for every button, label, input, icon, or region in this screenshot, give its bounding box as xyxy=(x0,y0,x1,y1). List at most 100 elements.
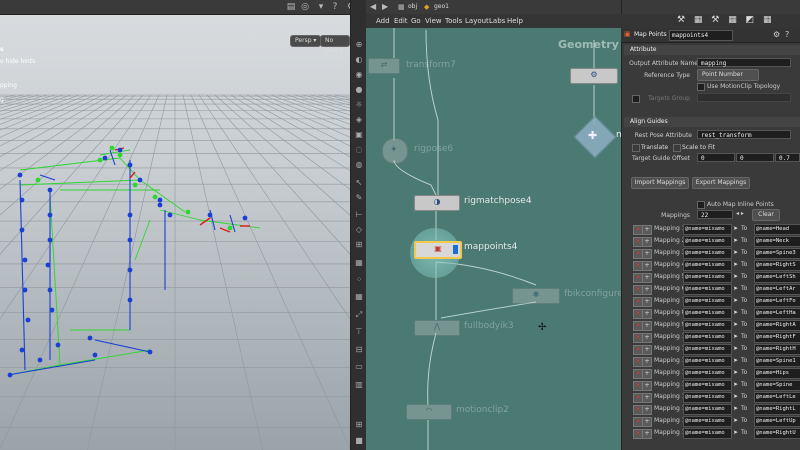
forward-icon[interactable]: ▶ xyxy=(382,2,388,11)
pick-arrow-icon[interactable]: ➤ xyxy=(733,369,738,376)
wire-icon[interactable]: ◈ xyxy=(354,115,364,125)
mapping-source-field[interactable]: @name=mixamo xyxy=(683,272,732,283)
brush-icon[interactable]: ✎ xyxy=(354,193,364,203)
rest-pose-field[interactable]: rest_transform xyxy=(697,130,791,139)
mapping-target-field[interactable]: @name=RightA xyxy=(754,320,800,331)
quad-view-icon[interactable]: ⊞ xyxy=(354,420,364,430)
node-fbikconfigure[interactable]: ✱ xyxy=(512,288,560,304)
insert-mapping-icon[interactable]: + xyxy=(642,405,652,415)
ref-type-select[interactable]: Point Number xyxy=(697,69,759,81)
insert-mapping-icon[interactable]: + xyxy=(642,381,652,391)
light-icon[interactable]: ◉ xyxy=(354,70,364,80)
node-rigmatchpose4[interactable]: ◑ xyxy=(414,195,460,211)
mapping-source-field[interactable]: @name=mixamo xyxy=(683,284,732,295)
pick-arrow-icon[interactable]: ➤ xyxy=(733,285,738,292)
pick-arrow-icon[interactable]: ➤ xyxy=(733,225,738,232)
mapping-target-field[interactable]: @name=LeftFo xyxy=(754,296,800,307)
menu-add[interactable]: Add xyxy=(376,17,390,25)
pick-arrow-icon[interactable]: ➤ xyxy=(733,429,738,436)
node-fullbodyik3[interactable]: ⋀ xyxy=(414,320,460,336)
insert-mapping-icon[interactable]: + xyxy=(642,333,652,343)
mappings-count-field[interactable]: 22 xyxy=(697,210,733,219)
mapping-source-field[interactable]: @name=mixamo xyxy=(683,308,732,319)
single-view-icon[interactable]: ■ xyxy=(354,436,364,446)
globe-icon[interactable]: ◍ xyxy=(354,160,364,170)
pick-arrow-icon[interactable]: ➤ xyxy=(733,261,738,268)
mapping-source-field[interactable]: @name=mixamo xyxy=(683,356,732,367)
mapping-source-field[interactable]: @name=mixamo xyxy=(683,392,732,403)
dropdown-icon[interactable]: ▾ xyxy=(316,2,326,12)
mappings-stepper[interactable]: ◂ ▸ xyxy=(736,210,744,217)
menu-edit[interactable]: Edit xyxy=(394,17,408,25)
pick-arrow-icon[interactable]: ➤ xyxy=(733,321,738,328)
mapping-source-field[interactable]: @name=mixamo xyxy=(683,320,732,331)
insert-mapping-icon[interactable]: + xyxy=(642,417,652,427)
mapping-source-field[interactable]: @name=mixamo xyxy=(683,236,732,247)
insert-mapping-icon[interactable]: + xyxy=(642,273,652,283)
offset-z-field[interactable]: 0.7 xyxy=(775,153,800,162)
mapping-target-field[interactable]: @name=Hips xyxy=(754,368,800,379)
insert-mapping-icon[interactable]: + xyxy=(642,393,652,403)
pick-arrow-icon[interactable]: ➤ xyxy=(733,357,738,364)
mapping-target-field[interactable]: @name=RightF xyxy=(754,332,800,343)
insert-mapping-icon[interactable]: + xyxy=(642,237,652,247)
texture-icon[interactable]: ▣ xyxy=(354,130,364,140)
scale-to-fit-checkbox[interactable] xyxy=(673,144,681,152)
insert-mapping-icon[interactable]: + xyxy=(642,309,652,319)
pick-arrow-icon[interactable]: ➤ xyxy=(733,237,738,244)
mapping-target-field[interactable]: @name=LeftLe xyxy=(754,392,800,403)
gear-icon[interactable]: ⚙ xyxy=(773,30,780,39)
camera-menu-button[interactable]: No cam ▾ xyxy=(320,35,350,54)
flat-icon[interactable]: ◌ xyxy=(354,145,364,155)
link-icon[interactable]: ⤢ xyxy=(354,310,364,320)
pick-arrow-icon[interactable]: ➤ xyxy=(733,273,738,280)
grid-icon[interactable]: ⊞ xyxy=(354,240,364,250)
clear-button[interactable]: Clear xyxy=(752,209,780,221)
auto-map-checkbox[interactable] xyxy=(697,201,705,209)
pick-arrow-icon[interactable]: ➤ xyxy=(733,381,738,388)
menu-go[interactable]: Go xyxy=(411,17,421,25)
section-align-guides[interactable]: Align Guides xyxy=(624,117,800,127)
points-icon[interactable]: ⁘ xyxy=(354,275,364,285)
mapping-source-field[interactable]: @name=mixamo xyxy=(683,260,732,271)
mapping-source-field[interactable]: @name=mixamo xyxy=(683,428,732,439)
lock-icon[interactable]: ⊟ xyxy=(354,345,364,355)
help-icon[interactable]: ? xyxy=(330,2,340,12)
mapping-target-field[interactable]: @name=RightS xyxy=(754,260,800,271)
snapshot-icon[interactable]: ◎ xyxy=(300,2,310,12)
mapping-source-field[interactable]: @name=mixamo xyxy=(683,248,732,259)
mapping-target-field[interactable]: @name=LeftHa xyxy=(754,308,800,319)
insert-mapping-icon[interactable]: + xyxy=(642,261,652,271)
mapping-source-field[interactable]: @name=mixamo xyxy=(683,368,732,379)
path-geo[interactable]: geo1 xyxy=(434,3,449,10)
targets-group-field[interactable] xyxy=(697,93,791,102)
insert-mapping-icon[interactable]: + xyxy=(642,357,652,367)
mapping-target-field[interactable]: @name=RightL xyxy=(754,404,800,415)
mapping-source-field[interactable]: @name=mixamo xyxy=(683,416,732,427)
insert-mapping-icon[interactable]: + xyxy=(642,429,652,439)
select-icon[interactable]: ↖ xyxy=(354,178,364,188)
path-obj[interactable]: obj xyxy=(408,3,417,10)
pick-arrow-icon[interactable]: ➤ xyxy=(733,417,738,424)
mapping-target-field[interactable]: @name=Neck xyxy=(754,236,800,247)
node-rigpose6[interactable]: ✦ xyxy=(382,138,408,164)
mapping-target-field[interactable]: @name=RightH xyxy=(754,344,800,355)
persp-menu-button[interactable]: Persp ▾ xyxy=(290,35,322,47)
layout-icon[interactable]: ▥ xyxy=(354,380,364,390)
mapping-source-field[interactable]: @name=mixamo xyxy=(683,296,732,307)
help-icon[interactable]: ? xyxy=(785,30,789,39)
node-transform7[interactable]: ⇄ xyxy=(368,58,400,74)
menu-view[interactable]: View xyxy=(425,17,442,25)
insert-mapping-icon[interactable]: + xyxy=(642,249,652,259)
pick-arrow-icon[interactable]: ➤ xyxy=(733,297,738,304)
mapping-source-field[interactable]: @name=mixamo xyxy=(683,332,732,343)
mapping-target-field[interactable]: @name=LeftUp xyxy=(754,416,800,427)
insert-mapping-icon[interactable]: + xyxy=(642,225,652,235)
camera-icon[interactable]: ▭ xyxy=(354,362,364,372)
mapping-target-field[interactable]: @name=LeftSh xyxy=(754,272,800,283)
pick-arrow-icon[interactable]: ➤ xyxy=(733,309,738,316)
pick-arrow-icon[interactable]: ➤ xyxy=(733,333,738,340)
ghost-icon[interactable]: ◐ xyxy=(354,55,364,65)
insert-mapping-icon[interactable]: + xyxy=(642,321,652,331)
export-mappings-button[interactable]: Export Mappings xyxy=(692,177,750,189)
